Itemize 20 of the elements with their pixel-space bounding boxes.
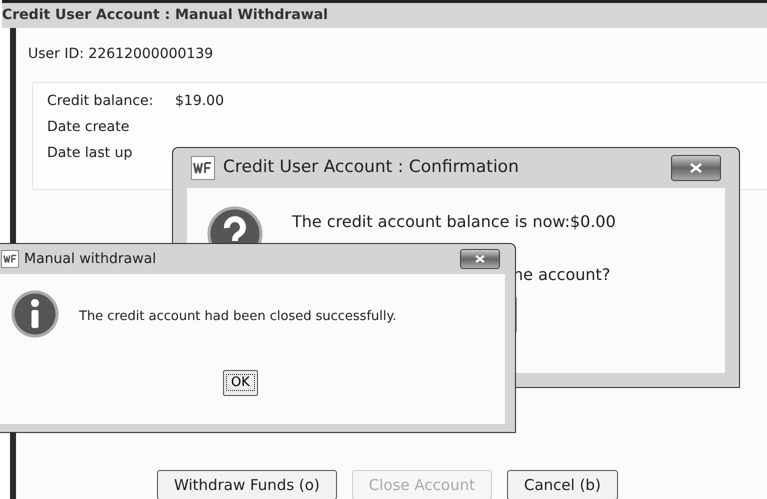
action-button[interactable]: Withdraw Funds (o) [157, 470, 337, 499]
field-label: Date create [47, 118, 130, 136]
close-icon [689, 163, 703, 173]
dialog-message: The credit account balance is now:$0.00 [292, 211, 616, 233]
ok-button[interactable]: OK [223, 370, 258, 396]
close-icon [474, 255, 486, 263]
close-button[interactable] [671, 155, 721, 181]
user-id-label: User ID: 22612000000139 [28, 45, 214, 64]
field-label: Credit balance: [47, 92, 154, 110]
app-icon [1, 250, 19, 268]
window-title: Credit User Account : Manual Withdrawal [2, 6, 328, 25]
dialog-title: Manual withdrawal [24, 250, 156, 268]
app-icon [191, 156, 215, 180]
info-icon [11, 290, 59, 338]
field-label: Date last up [47, 144, 134, 162]
field-value: $19.00 [175, 92, 224, 110]
dialog-title: Credit User Account : Confirmation [223, 156, 519, 180]
dialog-message: The credit account had been closed successfully. [79, 308, 396, 326]
close-button[interactable] [460, 249, 500, 269]
action-button[interactable]: Cancel (b) [506, 470, 618, 499]
